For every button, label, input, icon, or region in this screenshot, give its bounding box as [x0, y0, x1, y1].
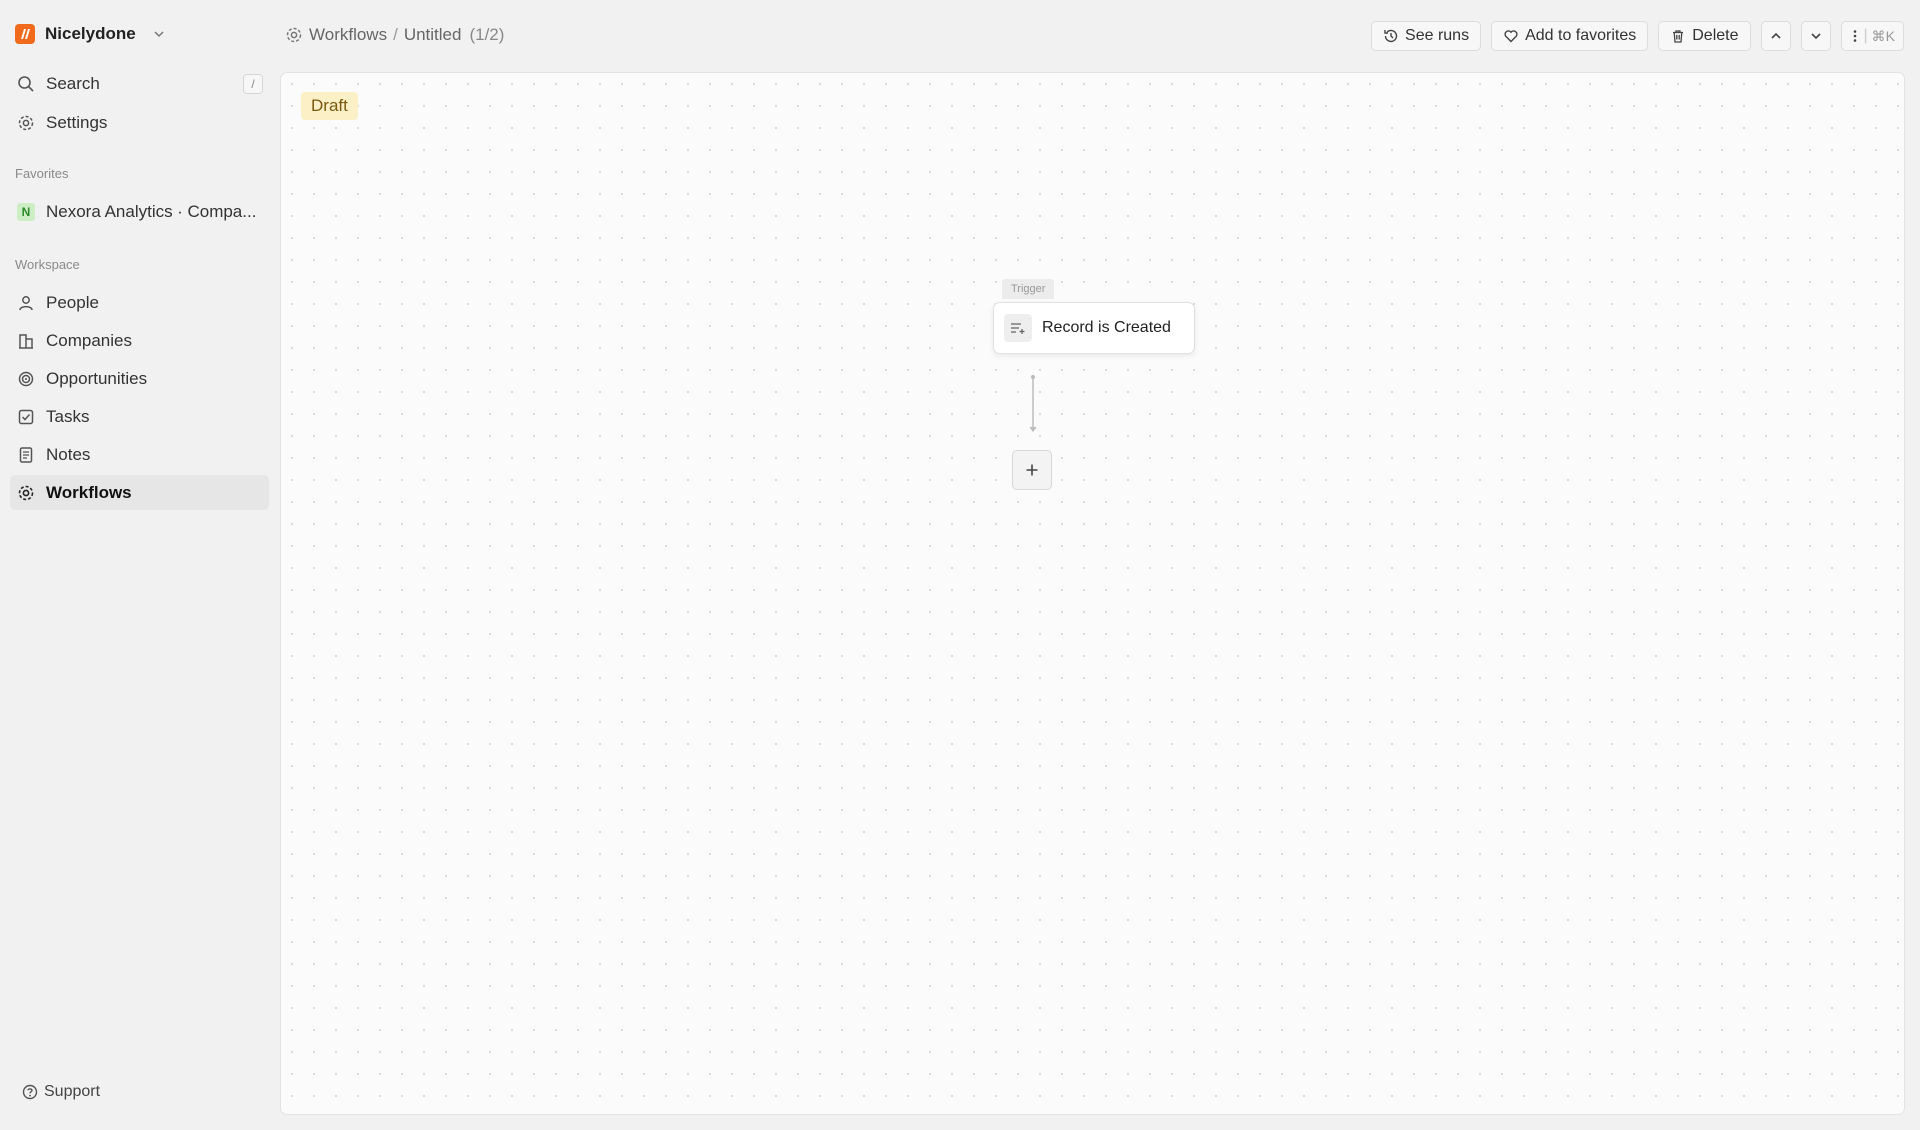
sidebar-item-label: Companies	[46, 330, 132, 350]
workspace-section-title: Workspace	[15, 257, 80, 272]
add-to-favorites-label: Add to favorites	[1525, 27, 1637, 44]
gear-icon	[16, 113, 36, 133]
sidebar-item-label: Search	[46, 73, 100, 93]
chevron-up-icon	[1770, 32, 1781, 39]
workspace-logo-icon	[15, 24, 35, 44]
sidebar-item-notes[interactable]: Notes	[10, 437, 269, 472]
record-position-count: (1/2)	[469, 25, 505, 44]
sidebar: Nicelydone Search / Settings Favorites N…	[0, 0, 280, 1130]
support-label: Support	[44, 1083, 101, 1100]
help-circle-icon	[22, 1084, 38, 1100]
sidebar-item-people[interactable]: People	[10, 285, 269, 320]
checkbox-icon	[16, 407, 36, 427]
favorites-section-title: Favorites	[15, 166, 69, 181]
sidebar-item-opportunities[interactable]: Opportunities	[10, 361, 269, 396]
favorite-item-nexora[interactable]: N Nexora Analytics · Compa...	[10, 194, 269, 229]
sidebar-item-label: Notes	[46, 444, 91, 464]
chevron-down-icon	[1810, 33, 1821, 40]
target-icon	[16, 369, 36, 389]
company-avatar: N	[17, 202, 35, 221]
edge-connector	[1029, 375, 1037, 432]
delete-label: Delete	[1692, 27, 1739, 44]
workspace-switcher[interactable]: Nicelydone	[15, 19, 166, 49]
sidebar-item-search[interactable]: Search /	[10, 66, 269, 101]
favorite-item-label: Nexora Analytics	[46, 201, 173, 221]
see-runs-label: See runs	[1405, 27, 1470, 44]
add-to-favorites-button[interactable]: Add to favorites	[1491, 21, 1649, 51]
trash-icon	[1673, 30, 1684, 43]
workspace-name: Nicelydone	[45, 24, 136, 43]
add-step-button[interactable]	[1012, 450, 1052, 490]
breadcrumb-separator: /	[393, 25, 398, 44]
previous-record-button[interactable]	[1760, 21, 1791, 51]
top-actions: See runs Add to favorites Delete | ⌘K	[1371, 21, 1904, 51]
note-icon	[16, 445, 36, 465]
building-icon	[16, 331, 36, 351]
gear-icon	[16, 483, 36, 503]
next-record-button[interactable]	[1800, 21, 1831, 51]
breadcrumb: Workflows / Untitled (1/2)	[285, 22, 504, 48]
delete-button[interactable]: Delete	[1658, 21, 1751, 51]
search-shortcut-badge: /	[243, 74, 263, 94]
heart-icon	[1504, 30, 1518, 43]
search-icon	[16, 74, 36, 94]
app-root: Nicelydone Search / Settings Favorites N…	[0, 0, 1920, 1130]
workflow-canvas[interactable]: Draft Trigger Record is Created	[280, 72, 1905, 1115]
sidebar-item-companies[interactable]: Companies	[10, 323, 269, 358]
sidebar-item-label: Tasks	[46, 406, 90, 426]
breadcrumb-root-link[interactable]: Workflows	[309, 25, 387, 45]
gear-icon	[286, 27, 302, 43]
sidebar-item-label: Settings	[46, 112, 108, 132]
sidebar-item-label: Workflows	[46, 482, 132, 502]
sidebar-item-tasks[interactable]: Tasks	[10, 399, 269, 434]
sidebar-item-workflows[interactable]: Workflows	[10, 475, 269, 510]
breadcrumb-current: Untitled	[403, 25, 462, 44]
chevron-down-icon	[154, 31, 164, 38]
history-icon	[1384, 29, 1398, 43]
more-vertical-icon	[1853, 30, 1856, 42]
command-shortcut: ⌘K	[1871, 27, 1895, 44]
plus-icon	[1026, 464, 1038, 476]
favorite-item-sub: · Compa...	[177, 201, 257, 221]
person-icon	[16, 293, 36, 313]
support-link[interactable]: Support	[22, 1083, 100, 1101]
see-runs-button[interactable]: See runs	[1371, 21, 1482, 51]
sidebar-item-label: People	[46, 292, 99, 312]
sidebar-item-settings[interactable]: Settings	[10, 105, 269, 140]
sidebar-item-label: Opportunities	[46, 368, 148, 388]
more-options-button[interactable]: | ⌘K	[1840, 21, 1904, 51]
